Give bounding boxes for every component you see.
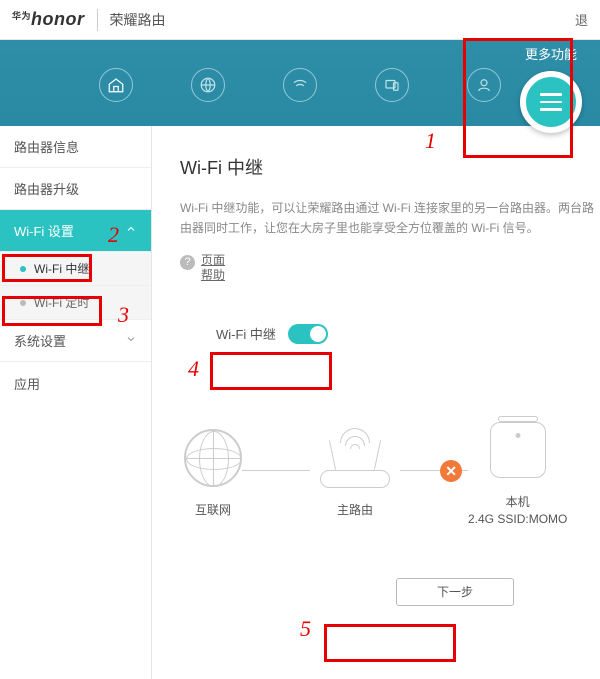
nav-more-label: 更多功能 <box>520 44 582 63</box>
sidebar-item-wifi-settings[interactable]: Wi-Fi 设置 <box>0 210 151 252</box>
sidebar-item-label: 应用 <box>14 374 40 393</box>
globe-icon <box>184 429 242 487</box>
nav-devices-icon[interactable] <box>375 68 409 102</box>
connection-line <box>242 435 310 507</box>
sidebar-item-system-settings[interactable]: 系统设置 <box>0 320 151 362</box>
connection-line-fail: ✕ <box>400 435 468 507</box>
sidebar-sub-label: Wi-Fi 中继 <box>34 260 89 277</box>
router-icon <box>310 428 400 488</box>
help-row: ? 页面帮助 <box>180 253 600 284</box>
sidebar-sub-wifi-timer[interactable]: Wi-Fi 定时 <box>0 286 151 320</box>
sidebar-item-router-upgrade[interactable]: 路由器升级 <box>0 168 151 210</box>
page-title: Wi-Fi 中继 <box>180 154 600 180</box>
nav-wifi-icon[interactable] <box>283 68 317 102</box>
device-label: 本机2.4G SSID:MOMO <box>468 494 567 528</box>
app-header: 华为honor 荣耀路由 退 <box>0 0 600 40</box>
local-device-icon <box>490 422 546 478</box>
device-internet: 互联网 <box>184 422 242 519</box>
toggle-label: Wi-Fi 中继 <box>216 324 276 343</box>
device-label: 主路由 <box>337 502 373 519</box>
nav-home-icon[interactable] <box>99 68 133 102</box>
main-layout: 路由器信息 路由器升级 Wi-Fi 设置 Wi-Fi 中继 Wi-Fi 定时 系… <box>0 126 600 679</box>
chevron-up-icon <box>125 223 137 238</box>
logo: 华为honor <box>12 9 85 30</box>
nav-band: 更多功能 <box>0 40 600 126</box>
content-area: Wi-Fi 中继 Wi-Fi 中继功能，可以让荣耀路由通过 Wi-Fi 连接家里… <box>152 126 600 679</box>
help-link[interactable]: 页面帮助 <box>201 253 229 284</box>
device-local: 本机2.4G SSID:MOMO <box>468 414 567 528</box>
topology-diagram: 互联网 主路由 ✕ 本机2.4G SSID:MOMO <box>184 414 600 528</box>
wifi-repeater-switch[interactable] <box>288 324 328 344</box>
sidebar-item-label: 路由器升级 <box>14 179 79 198</box>
sidebar-item-label: Wi-Fi 设置 <box>14 221 74 240</box>
sidebar-sub-label: Wi-Fi 定时 <box>34 294 89 311</box>
device-main-router: 主路由 <box>310 422 400 519</box>
product-name: 荣耀路由 <box>110 10 166 30</box>
switch-knob <box>310 326 326 342</box>
nav-more: 更多功能 <box>520 44 582 129</box>
logout-link[interactable]: 退 <box>575 10 588 29</box>
nav-user-icon[interactable] <box>467 68 501 102</box>
hamburger-icon <box>540 93 562 111</box>
sidebar: 路由器信息 路由器升级 Wi-Fi 设置 Wi-Fi 中继 Wi-Fi 定时 系… <box>0 126 152 679</box>
nav-more-button[interactable] <box>520 71 582 133</box>
sidebar-item-label: 系统设置 <box>14 331 66 350</box>
error-icon: ✕ <box>445 463 457 480</box>
header-divider <box>97 9 98 31</box>
page-description: Wi-Fi 中继功能，可以让荣耀路由通过 Wi-Fi 连接家里的另一台路由器。两… <box>180 198 600 239</box>
bullet-icon <box>20 266 26 272</box>
next-row: 下一步 <box>310 578 600 606</box>
chevron-down-icon <box>125 333 137 348</box>
sidebar-sub-wifi-repeater[interactable]: Wi-Fi 中继 <box>0 252 151 286</box>
device-label: 互联网 <box>195 502 231 519</box>
sidebar-item-label: 路由器信息 <box>14 137 79 156</box>
wifi-repeater-toggle-row: Wi-Fi 中继 <box>216 324 600 344</box>
bullet-icon <box>20 300 26 306</box>
sidebar-item-router-info[interactable]: 路由器信息 <box>0 126 151 168</box>
nav-globe-icon[interactable] <box>191 68 225 102</box>
help-icon: ? <box>180 255 195 270</box>
sidebar-item-apps[interactable]: 应用 <box>0 362 151 404</box>
next-button[interactable]: 下一步 <box>396 578 514 606</box>
